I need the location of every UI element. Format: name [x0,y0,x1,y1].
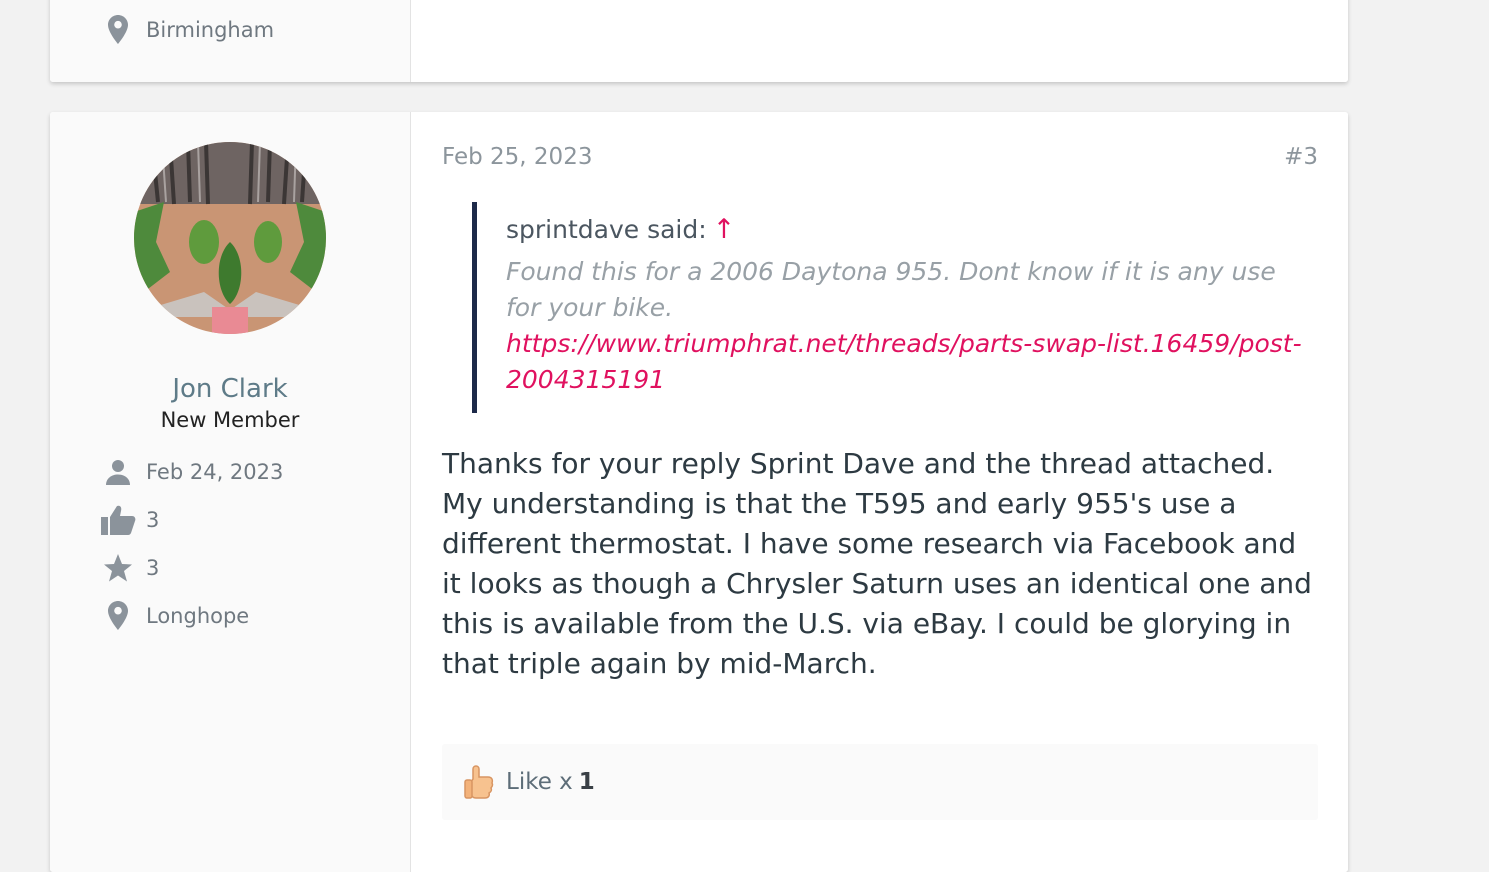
username[interactable]: Jon Clark [50,374,410,404]
quote-link[interactable]: https://www.triumphrat.net/threads/parts… [506,326,1306,398]
user-reaction-score[interactable]: 3 [100,505,159,535]
user-reaction-score-value: 3 [146,508,160,532]
reactions-bar[interactable]: Like x 1 [442,744,1318,820]
avatar[interactable] [134,142,326,334]
quote-block: sprintdave said: ↑ Found this for a 2006 … [472,202,1307,413]
previous-user-location: Birmingham [100,15,274,45]
quote-author: sprintdave said: [506,215,707,244]
user-icon [100,457,136,487]
quote-header: sprintdave said: ↑ [506,214,735,245]
user-location-text: Longhope [146,604,250,628]
user-joined-date: Feb 24, 2023 [146,460,284,484]
post-message: Thanks for your reply Sprint Dave and th… [442,447,1312,680]
user-points-value: 3 [146,556,160,580]
post-main: Feb 25, 2023 #3 sprintdave said: ↑ Found … [411,112,1348,872]
user-joined: Feb 24, 2023 [100,457,283,487]
map-marker-icon [100,15,136,45]
thumbs-up-icon [100,505,136,535]
quote-jump-arrow-icon[interactable]: ↑ [713,214,736,245]
like-count[interactable]: 1 [579,769,595,795]
map-marker-icon [100,601,136,631]
post-user-sidebar: Jon Clark New Member Feb 24, 2023 3 3 Lo… [50,112,411,872]
post-number[interactable]: #3 [1284,144,1318,170]
previous-post-sidebar: Birmingham [50,0,411,82]
star-icon [100,553,136,583]
previous-post-main [411,0,1348,82]
like-label[interactable]: Like x [506,769,573,795]
post-3: Jon Clark New Member Feb 24, 2023 3 3 Lo… [50,112,1348,872]
quote-text: Found this for a 2006 Daytona 955. Dont … [506,257,1276,322]
like-thumb-icon [464,762,498,802]
user-title: New Member [160,408,300,432]
user-points[interactable]: 3 [100,553,159,583]
previous-user-location-text: Birmingham [146,18,275,42]
user-location[interactable]: Longhope [100,601,249,631]
post-date[interactable]: Feb 25, 2023 [442,144,592,170]
previous-post: Birmingham [50,0,1348,82]
